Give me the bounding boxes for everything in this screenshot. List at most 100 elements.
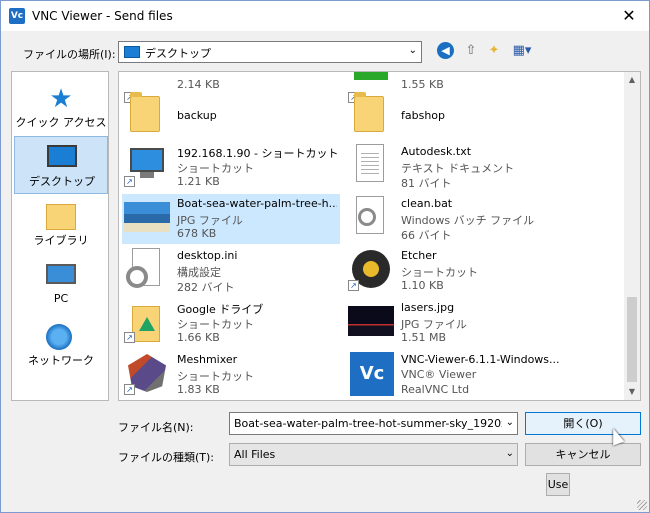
chevron-down-icon[interactable]: ⌄ [409,45,417,56]
file-type: テキスト ドキュメント [401,162,515,175]
file-name: fabshop [401,109,446,122]
file-item[interactable]: fabshop [346,90,564,140]
file-type: 構成設定 [177,266,221,279]
star-icon: ★ [49,84,73,114]
gear-icon [358,208,376,226]
file-item-selected[interactable]: Boat-sea-water-palm-tree-h... JPG ファイル 6… [122,194,340,244]
file-name: Boat-sea-water-palm-tree-h... [177,197,337,210]
place-label: クイック アクセス [15,116,107,129]
place-desktop[interactable]: デスクトップ [14,136,108,194]
network-icon [46,324,72,350]
desktop-icon [47,145,77,167]
place-library[interactable]: ライブラリ [14,196,108,254]
file-size: RealVNC Ltd [401,383,470,396]
new-folder-icon[interactable]: ✦ [484,41,504,61]
chevron-down-icon[interactable]: ⌄ [506,417,514,428]
shortcut-arrow-icon: ↗ [124,384,135,395]
chevron-down-icon[interactable]: ⌄ [506,448,514,459]
file-name: lasers.jpg [401,301,455,314]
file-item[interactable]: Autodesk.txt テキスト ドキュメント 81 バイト [346,142,564,192]
file-name: 192.168.1.90 - ショートカット [177,147,337,160]
file-size: 282 バイト [177,281,235,294]
file-item[interactable]: ↗ Etcher ショートカット 1.10 KB [346,246,564,296]
file-name: backup [177,109,217,122]
library-icon [46,204,76,230]
filename-label: ファイル名(N): [118,421,194,434]
file-size: 1.21 KB [177,175,220,188]
filetype-label: ファイルの種類(T): [118,451,215,464]
filetype-value: All Files [234,448,276,461]
file-size: 1.83 KB [177,383,220,396]
file-type: ショートカット [177,162,254,175]
shortcut-arrow-icon: ↗ [348,280,359,291]
up-folder-icon[interactable]: ⇧ [461,41,481,61]
scroll-up-icon[interactable]: ▲ [624,72,640,88]
file-name: Meshmixer [177,353,238,366]
use-button[interactable]: Use [546,473,570,496]
file-size: 66 バイト [401,229,452,242]
file-name: Google ドライブ [177,303,264,316]
filename-combobox[interactable]: Boat-sea-water-palm-tree-hot-summer-sky_… [229,412,518,435]
shortcut-arrow-icon: ↗ [124,176,135,187]
file-item[interactable]: ↗ 192.168.1.90 - ショートカット ショートカット 1.21 KB [122,142,340,192]
file-item[interactable]: clean.bat Windows バッチ ファイル 66 バイト [346,194,564,244]
monitor-icon [130,148,164,172]
location-value: デスクトップ [145,47,211,60]
file-size: 1.10 KB [401,279,444,292]
file-type: ショートカット [177,370,254,383]
place-label: PC [53,292,69,305]
back-arrow-icon[interactable]: ◀ [437,42,454,59]
filename-value[interactable]: Boat-sea-water-palm-tree-hot-summer-sky_… [234,417,502,430]
file-item[interactable]: ↗ Google ドライブ ショートカット 1.66 KB [122,298,340,348]
location-label: ファイルの場所(I): [23,48,116,61]
folder-icon [130,92,160,132]
file-type: ショートカット [401,266,478,279]
file-size: 81 バイト [401,177,452,190]
place-pc[interactable]: PC [14,256,108,314]
view-menu-icon[interactable]: ▦▾ [509,41,535,61]
file-name: Etcher [401,249,437,262]
folder-icon [354,92,384,132]
file-item[interactable]: desktop.ini 構成設定 282 バイト [122,246,340,296]
file-size: 678 KB [177,227,217,240]
location-combobox[interactable]: デスクトップ ⌄ [118,41,422,63]
file-item[interactable]: ↗ Meshmixer ショートカット 1.83 KB [122,350,340,400]
file-name: Autodesk.txt [401,145,472,158]
place-label: ネットワーク [28,354,94,367]
file-item[interactable]: lasers.jpg JPG ファイル 1.51 MB [346,298,564,348]
scrollbar-thumb[interactable] [627,297,637,382]
file-item[interactable]: backup [122,90,340,140]
image-thumbnail-icon [348,306,394,336]
place-network[interactable]: ネットワーク [14,316,108,374]
place-label: ライブラリ [33,234,89,247]
text-document-icon [356,144,384,182]
place-quick-access[interactable]: ★ クイック アクセス [14,78,108,136]
filetype-select[interactable]: All Files ⌄ [229,443,518,466]
monitor-stand [140,172,154,178]
gear-icon [126,266,148,288]
open-button[interactable]: 開く(O) [525,412,641,435]
image-thumbnail-icon [124,202,170,232]
places-bar: ★ クイック アクセス デスクトップ ライブラリ PC ネットワーク [11,71,109,401]
scroll-down-icon[interactable]: ▼ [624,384,640,400]
file-type: Windows バッチ ファイル [401,214,535,227]
file-type: ショートカット [177,318,254,331]
window-title: VNC Viewer - Send files [32,9,173,23]
place-label: デスクトップ [29,175,95,188]
google-drive-icon [132,306,160,342]
dialog-window: Vc VNC Viewer - Send files ✕ ファイルの場所(I):… [0,0,650,513]
title-bar[interactable]: Vc VNC Viewer - Send files ✕ [1,1,649,31]
file-item[interactable]: Vc VNC-Viewer-6.1.1-Windows... VNC® View… [346,350,564,400]
close-button[interactable]: ✕ [617,5,641,27]
resize-grip-icon[interactable] [637,500,647,510]
vnc-app-icon: Vc [9,8,25,24]
file-list: ↗ 2.14 KB ↗ 1.55 KB backup fabshop ↗ 192… [118,71,641,401]
file-type: JPG ファイル [401,318,467,331]
file-type: JPG ファイル [177,214,243,227]
file-name: desktop.ini [177,249,238,262]
cancel-button[interactable]: キャンセル [525,443,641,466]
shortcut-arrow-icon: ↗ [124,332,135,343]
vertical-scrollbar[interactable]: ▲ ▼ [624,72,640,400]
desktop-folder-icon [124,46,140,58]
file-size: 1.51 MB [401,331,447,344]
